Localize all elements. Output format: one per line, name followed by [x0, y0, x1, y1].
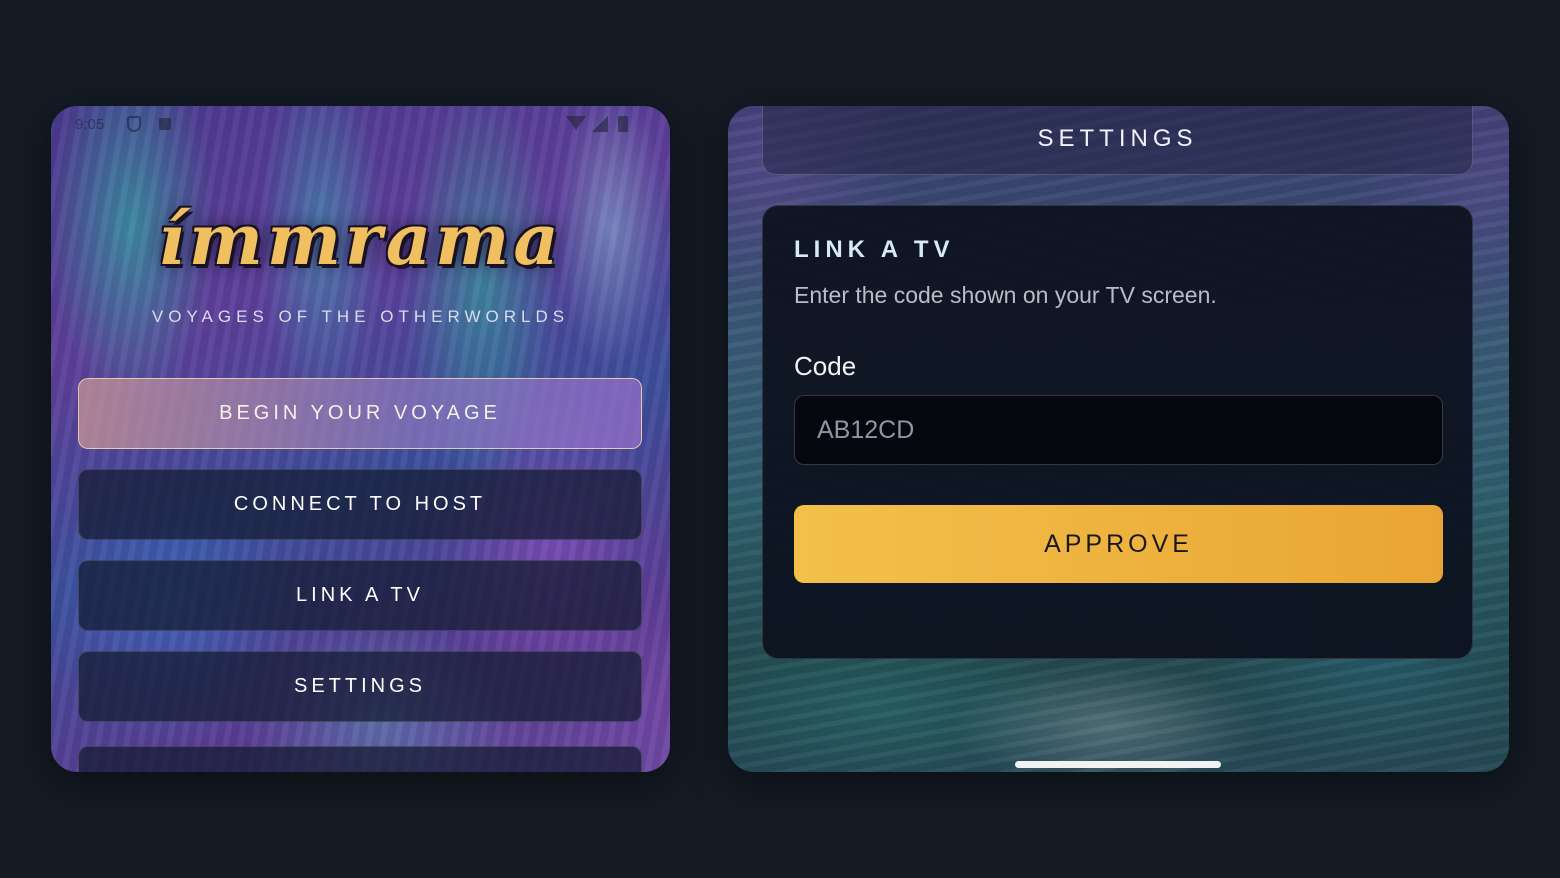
connect-to-host-button[interactable]: CONNECT TO HOST [78, 469, 642, 540]
code-label: Code [794, 351, 857, 381]
card-title: LINK A TV [794, 236, 955, 263]
app-logo: ímmrama [158, 198, 563, 281]
signal-icon [592, 116, 608, 132]
link-a-tv-button[interactable]: LINK A TV [78, 560, 642, 631]
approve-button[interactable]: APPROVE [794, 505, 1443, 583]
notification-badge-icon [159, 118, 171, 130]
card-description: Enter the code shown on your TV screen. [794, 282, 1217, 308]
wifi-icon [566, 116, 586, 130]
shield-icon [127, 116, 141, 132]
battery-icon [618, 116, 628, 132]
settings-button[interactable]: SETTINGS [78, 651, 642, 722]
begin-voyage-button[interactable]: BEGIN YOUR VOYAGE [78, 378, 642, 449]
link-tv-screen: SETTINGS LINK A TV Enter the code shown … [728, 106, 1509, 772]
settings-header[interactable]: SETTINGS [762, 106, 1473, 175]
partially-visible-menu-button[interactable] [78, 746, 642, 772]
status-bar: 9:05 [75, 114, 630, 136]
home-indicator[interactable] [1015, 761, 1221, 768]
main-menu-screen: 9:05 ímmrama VOYAGES OF THE OTHERWORLDS … [51, 106, 670, 772]
code-input[interactable] [794, 395, 1443, 465]
status-time: 9:05 [75, 116, 105, 133]
app-tagline: VOYAGES OF THE OTHERWORLDS [151, 307, 570, 326]
link-tv-card: LINK A TV Enter the code shown on your T… [762, 205, 1473, 659]
